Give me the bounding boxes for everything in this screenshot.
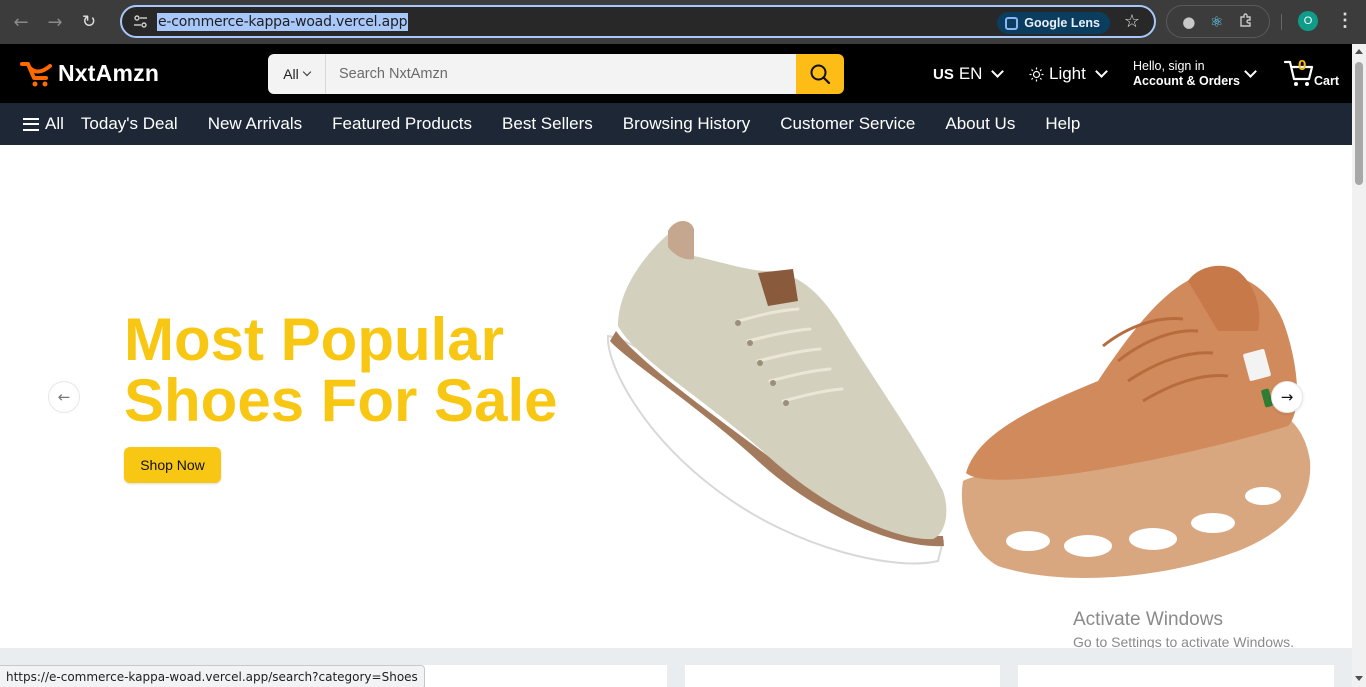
extension-dot-icon[interactable]: ● xyxy=(1182,13,1195,31)
back-button[interactable]: ← xyxy=(8,9,34,35)
hero-title: Most Popular Shoes For Sale xyxy=(124,309,557,431)
logo-text: NxtAmzn xyxy=(58,59,160,86)
extensions-puzzle-icon[interactable] xyxy=(1238,12,1254,32)
windows-activation-watermark: Activate Windows Go to Settings to activ… xyxy=(1073,609,1294,650)
lens-icon xyxy=(1005,16,1019,30)
theme-toggle[interactable]: Light xyxy=(1029,64,1108,84)
nav-link-customer-service[interactable]: Customer Service xyxy=(780,114,915,134)
nav-link-about-us[interactable]: About Us xyxy=(945,114,1015,134)
account-label: Account & Orders xyxy=(1133,74,1240,88)
chevron-down-icon xyxy=(1244,65,1257,78)
chevron-down-icon xyxy=(1095,65,1108,78)
all-menu-button[interactable]: All xyxy=(23,114,64,134)
shop-now-button[interactable]: Shop Now xyxy=(124,447,221,483)
category-nav: All Today's Deal New Arrivals Featured P… xyxy=(0,103,1352,145)
browser-toolbar: ← → ↻ e-commerce-kappa-woad.vercel.app G… xyxy=(0,0,1366,44)
lens-label: Google Lens xyxy=(1024,16,1100,30)
all-menu-label: All xyxy=(45,114,64,133)
react-devtools-icon[interactable]: ⚛ xyxy=(1210,13,1223,31)
site-header: NxtAmzn All US EN Light Hello, sign in A… xyxy=(0,44,1352,103)
language-selector[interactable]: US EN xyxy=(933,64,1005,84)
scroll-down-arrow-icon[interactable] xyxy=(1355,676,1363,681)
hero-shoes-image xyxy=(606,220,1311,578)
search-input[interactable] xyxy=(326,54,796,94)
nav-link-featured-products[interactable]: Featured Products xyxy=(332,114,472,134)
search-category-value: All xyxy=(283,66,299,82)
nav-link-best-sellers[interactable]: Best Sellers xyxy=(502,114,593,134)
url-text[interactable]: e-commerce-kappa-woad.vercel.app xyxy=(157,12,409,31)
nav-link-new-arrivals[interactable]: New Arrivals xyxy=(208,114,302,134)
site-info-icon[interactable] xyxy=(129,11,151,33)
sun-icon xyxy=(1029,67,1044,81)
extensions-area: ● ⚛ xyxy=(1166,5,1270,38)
hero-title-line-1: Most Popular xyxy=(124,306,505,373)
chevron-down-icon xyxy=(991,65,1005,78)
bookmark-star-icon[interactable]: ☆ xyxy=(1124,11,1140,32)
google-lens-button[interactable]: Google Lens xyxy=(997,12,1110,34)
nav-link-todays-deal[interactable]: Today's Deal xyxy=(81,114,178,134)
account-menu[interactable]: Hello, sign in Account & Orders xyxy=(1133,59,1257,89)
product-card[interactable] xyxy=(1018,665,1334,687)
site-logo[interactable]: NxtAmzn xyxy=(20,58,159,88)
profile-avatar[interactable]: O xyxy=(1298,11,1318,31)
search-icon xyxy=(810,64,831,85)
forward-button[interactable]: → xyxy=(42,9,68,35)
nav-link-browsing-history[interactable]: Browsing History xyxy=(623,114,751,134)
address-bar[interactable]: e-commerce-kappa-woad.vercel.app Google … xyxy=(120,5,1156,38)
chevron-down-icon xyxy=(302,67,312,77)
hero-title-line-2: Shoes For Sale xyxy=(124,367,558,434)
toolbar-divider xyxy=(1281,14,1282,30)
scroll-up-arrow-icon[interactable] xyxy=(1355,49,1363,54)
account-greeting: Hello, sign in xyxy=(1133,59,1205,73)
browser-menu-icon[interactable]: ⋮ xyxy=(1336,10,1354,31)
carousel-prev-button[interactable]: ← xyxy=(48,381,80,413)
cart-logo-icon xyxy=(20,58,54,88)
reload-button[interactable]: ↻ xyxy=(76,9,102,35)
hamburger-icon xyxy=(23,117,39,131)
cart-label: Cart xyxy=(1314,74,1340,88)
scrollbar-thumb[interactable] xyxy=(1355,62,1363,185)
language-label: EN xyxy=(958,64,983,83)
link-status-bar: https://e-commerce-kappa-woad.vercel.app… xyxy=(0,665,425,687)
page-scrollbar[interactable] xyxy=(1352,44,1366,687)
cart-button[interactable]: 0 Cart xyxy=(1283,57,1339,89)
hero-carousel: Most Popular Shoes For Sale Shop Now ← → xyxy=(0,145,1352,648)
nav-link-help[interactable]: Help xyxy=(1045,114,1080,134)
search-button[interactable] xyxy=(796,54,844,94)
search-bar: All xyxy=(268,54,844,94)
cart-count: 0 xyxy=(1298,57,1307,74)
beige-sneaker xyxy=(606,220,947,565)
tan-sneaker xyxy=(961,265,1311,578)
product-card[interactable] xyxy=(685,665,1000,687)
carousel-next-button[interactable]: → xyxy=(1271,381,1303,413)
search-category-select[interactable]: All xyxy=(268,54,326,94)
theme-label: Light xyxy=(1049,64,1086,83)
watermark-line-1: Activate Windows xyxy=(1073,609,1223,630)
flag-us: US xyxy=(933,65,954,83)
